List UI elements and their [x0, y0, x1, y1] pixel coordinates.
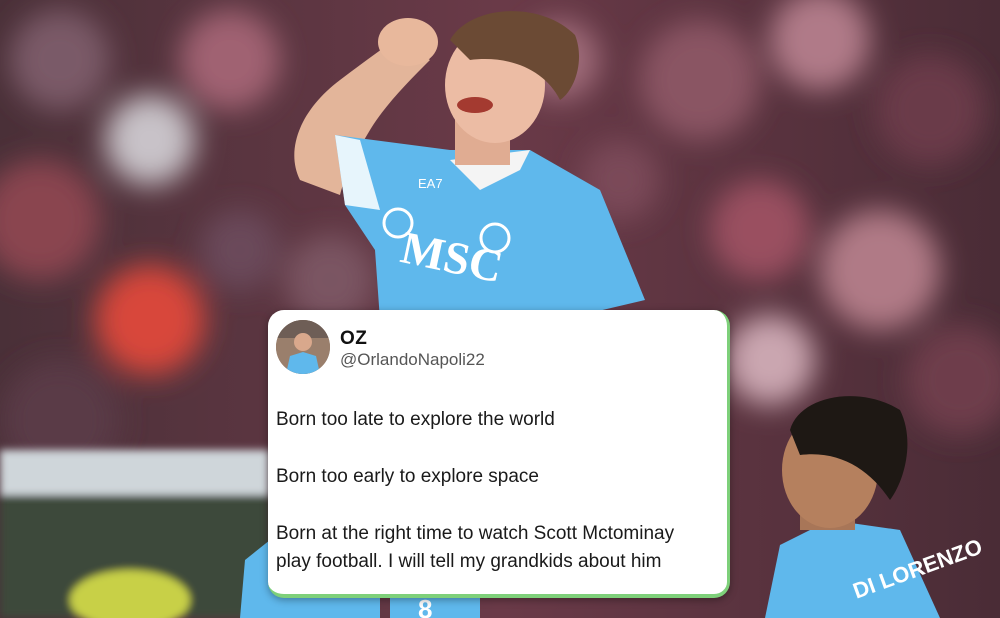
kit-brand-text: EA7: [418, 176, 443, 191]
display-name: OZ: [340, 328, 368, 349]
tweet-text-line: Born too early to explore space: [276, 466, 539, 487]
tweet-text-line: play football. I will tell my grandkids …: [276, 551, 662, 572]
tweet-text-line: Born at the right time to watch Scott Mc…: [276, 523, 675, 544]
tweet-card: OZ @OrlandoNapoli22 Born too late to exp…: [268, 310, 730, 598]
avatar-image: [276, 320, 330, 374]
user-handle: @OrlandoNapoli22: [340, 350, 485, 369]
tweet-text-line: Born too late to explore the world: [276, 409, 555, 430]
avatar: [276, 320, 330, 374]
